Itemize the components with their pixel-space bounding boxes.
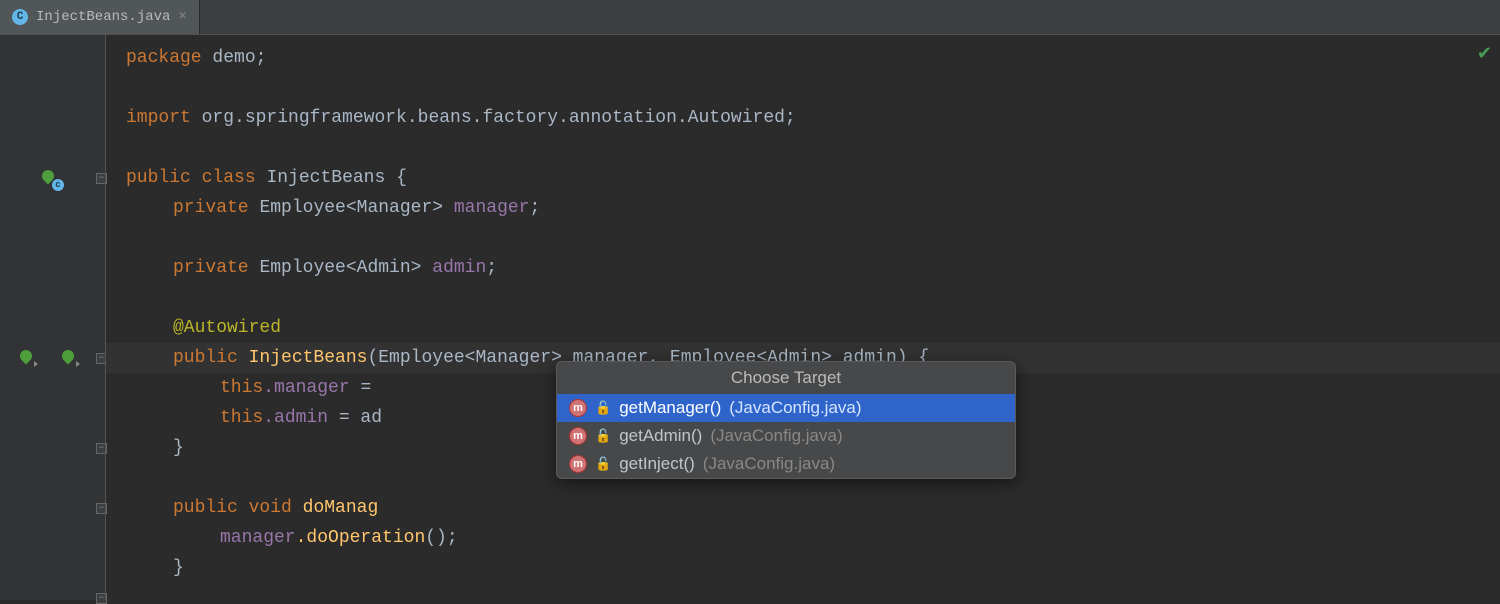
method-icon: m	[569, 455, 587, 473]
choose-target-popup: Choose Target m 🔓 getManager() (JavaConf…	[556, 361, 1016, 479]
popup-item-getmanager[interactable]: m 🔓 getManager() (JavaConfig.java)	[557, 394, 1015, 422]
code-line	[106, 133, 1500, 163]
popup-item-getinject[interactable]: m 🔓 getInject() (JavaConfig.java)	[557, 450, 1015, 478]
method-icon: m	[569, 427, 587, 445]
unlock-icon: 🔓	[595, 456, 611, 472]
code-line: private Employee<Admin> admin;	[106, 253, 1500, 283]
popup-item-getadmin[interactable]: m 🔓 getAdmin() (JavaConfig.java)	[557, 422, 1015, 450]
method-icon: m	[569, 399, 587, 417]
code-editor[interactable]: ✔ package demo; import org.springframewo…	[105, 35, 1500, 600]
spring-bean-class-icon[interactable]: c	[40, 169, 58, 187]
spring-nav-icon-2[interactable]	[60, 349, 78, 367]
popup-location: (JavaConfig.java)	[703, 454, 835, 474]
file-tab[interactable]: C InjectBeans.java ×	[0, 0, 200, 34]
code-line: }	[106, 553, 1500, 583]
tab-bar: C InjectBeans.java ×	[0, 0, 1500, 35]
code-line: public class InjectBeans {	[106, 163, 1500, 193]
popup-method-name: getAdmin()	[619, 426, 702, 446]
editor-area: c − − − − − ✔ package demo; import org.s…	[0, 35, 1500, 600]
code-line	[106, 283, 1500, 313]
code-line: import org.springframework.beans.factory…	[106, 103, 1500, 133]
code-line: private Employee<Manager> manager;	[106, 193, 1500, 223]
code-line	[106, 73, 1500, 103]
code-line: public void doManag	[106, 493, 1500, 523]
popup-location: (JavaConfig.java)	[729, 398, 861, 418]
popup-title: Choose Target	[557, 362, 1015, 394]
code-line	[106, 223, 1500, 253]
tab-label: InjectBeans.java	[36, 9, 170, 25]
code-line: @Autowired	[106, 313, 1500, 343]
popup-method-name: getInject()	[619, 454, 695, 474]
code-line: manager.doOperation();	[106, 523, 1500, 553]
popup-location: (JavaConfig.java)	[710, 426, 842, 446]
code-line: package demo;	[106, 43, 1500, 73]
popup-method-name: getManager()	[619, 398, 721, 418]
spring-nav-icon[interactable]	[18, 349, 36, 367]
unlock-icon: 🔓	[595, 400, 611, 416]
gutter: c − − − − −	[0, 35, 105, 600]
class-file-icon: C	[12, 9, 28, 25]
close-tab-icon[interactable]: ×	[178, 9, 186, 25]
unlock-icon: 🔓	[595, 428, 611, 444]
